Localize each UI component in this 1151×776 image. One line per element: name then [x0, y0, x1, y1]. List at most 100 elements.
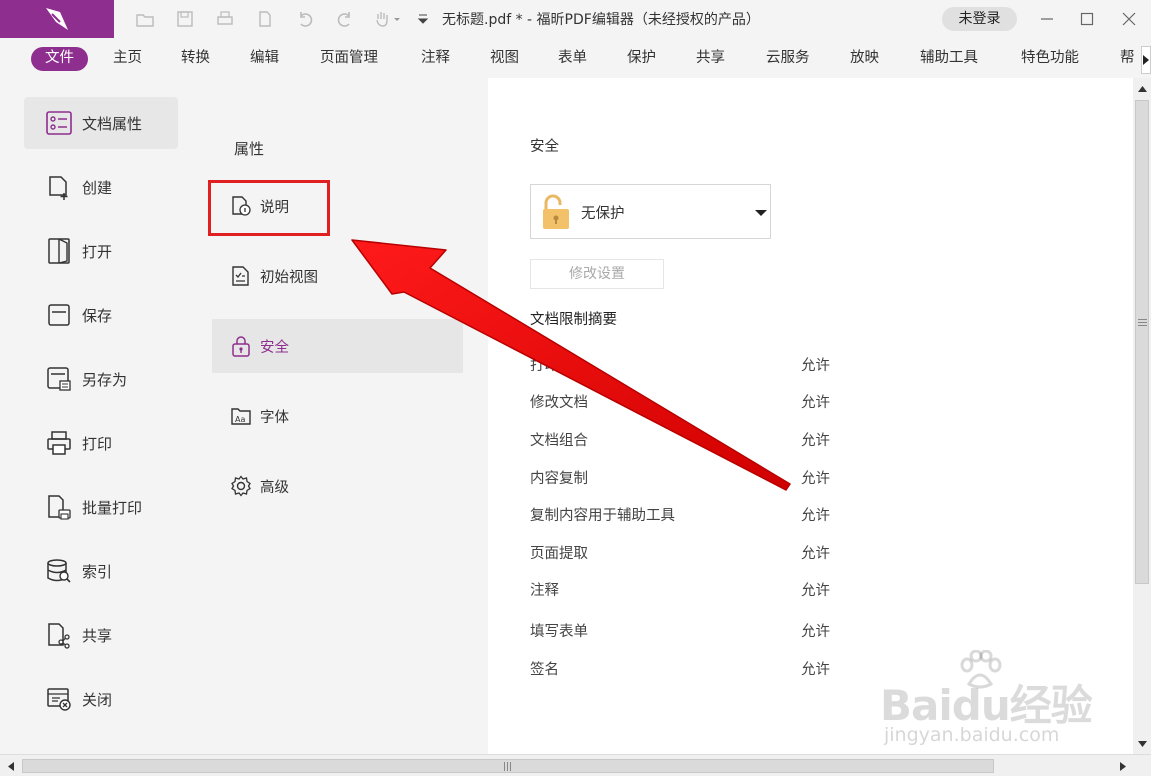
menu-form[interactable]: 表单	[558, 47, 587, 71]
open-folder-icon[interactable]	[133, 7, 157, 31]
create-icon	[46, 173, 72, 201]
menu-help[interactable]: 帮	[1120, 47, 1135, 71]
nav-open[interactable]: 打开	[24, 225, 178, 277]
svg-text:Aa: Aa	[235, 415, 245, 424]
open-icon	[46, 237, 72, 265]
restriction-value: 允许	[801, 662, 830, 678]
scroll-up-icon[interactable]	[1135, 82, 1149, 96]
nav-label: 打开	[82, 242, 113, 261]
chevron-right-icon	[1143, 55, 1149, 65]
scroll-down-icon[interactable]	[1135, 737, 1149, 751]
undo-icon[interactable]	[293, 7, 317, 31]
file-backstage-nav: 文档属性 创建 打开 保存 另存为 打印 批量打印 索引 共享 关闭	[0, 78, 192, 754]
restriction-value: 允许	[801, 433, 830, 449]
restriction-value: 允许	[801, 395, 830, 411]
horizontal-scrollbar[interactable]	[0, 754, 1151, 776]
tab-initial-view[interactable]: 初始视图	[212, 249, 463, 303]
vertical-scroll-thumb[interactable]	[1135, 100, 1149, 584]
print-icon[interactable]	[213, 7, 237, 31]
restriction-value: 允许	[801, 471, 830, 487]
security-lock-icon	[230, 335, 252, 357]
security-method-value: 无保护	[581, 206, 625, 222]
tab-label: 高级	[260, 479, 289, 496]
save-icon	[46, 301, 72, 329]
nav-label: 索引	[82, 562, 113, 581]
tab-label: 字体	[260, 409, 289, 426]
restriction-value: 允许	[801, 624, 830, 640]
tab-security[interactable]: 安全	[212, 319, 463, 373]
nav-index[interactable]: 索引	[24, 545, 178, 597]
menu-page-management[interactable]: 页面管理	[320, 47, 378, 71]
restriction-name: 注释	[530, 583, 559, 599]
restriction-name: 文档组合	[530, 433, 588, 449]
tab-label: 安全	[260, 339, 289, 356]
tab-label: 初始视图	[260, 269, 318, 286]
app-logo[interactable]	[0, 0, 114, 38]
maximize-icon[interactable]	[1072, 5, 1102, 33]
scroll-right-icon[interactable]	[1116, 759, 1130, 773]
menu-view[interactable]: 视图	[490, 47, 519, 71]
restriction-name: 修改文档	[530, 395, 588, 411]
doc-properties-icon	[46, 109, 72, 137]
annotation-highlight-box	[208, 180, 330, 236]
nav-label: 保存	[82, 306, 113, 325]
menu-slideshow[interactable]: 放映	[850, 47, 879, 71]
restriction-value: 允许	[801, 583, 830, 599]
nav-label: 打印	[82, 434, 113, 453]
nav-save[interactable]: 保存	[24, 289, 178, 341]
restriction-name: 复制内容用于辅助工具	[530, 508, 675, 524]
login-button[interactable]: 未登录	[942, 7, 1017, 31]
security-title: 安全	[530, 139, 559, 155]
restriction-summary-title: 文档限制摘要	[530, 312, 617, 328]
menu-share[interactable]: 共享	[696, 47, 725, 71]
menu-file[interactable]: 文件	[31, 47, 88, 71]
font-icon: Aa	[230, 405, 252, 427]
restriction-value: 允许	[801, 358, 830, 374]
menu-cloud-service[interactable]: 云服务	[766, 47, 810, 71]
hand-tool-dropdown-icon[interactable]	[371, 7, 405, 31]
tab-advanced[interactable]: 高级	[212, 459, 463, 513]
nav-doc-properties[interactable]: 文档属性	[24, 97, 178, 149]
properties-title: 属性	[234, 140, 265, 158]
horizontal-scroll-thumb[interactable]	[22, 759, 994, 773]
close-window-icon[interactable]	[1114, 5, 1144, 33]
nav-label: 创建	[82, 178, 113, 197]
menu-bar: 文件 主页 转换 编辑 页面管理 注释 视图 表单 保护 共享 云服务 放映 辅…	[0, 38, 1151, 78]
watermark-url: jingyan.baidu.com	[884, 724, 1060, 746]
save-as-icon	[46, 365, 72, 393]
vertical-scrollbar[interactable]	[1133, 78, 1151, 754]
nav-create[interactable]: 创建	[24, 161, 178, 213]
restriction-name: 内容复制	[530, 471, 588, 487]
menu-convert[interactable]: 转换	[181, 47, 210, 71]
restriction-value: 允许	[801, 546, 830, 562]
nav-share[interactable]: 共享	[24, 609, 178, 661]
minimize-icon[interactable]	[1032, 5, 1062, 33]
menu-comment[interactable]: 注释	[421, 47, 450, 71]
menu-home[interactable]: 主页	[113, 47, 142, 71]
nav-batch-print[interactable]: 批量打印	[24, 481, 178, 533]
print-icon	[46, 429, 72, 457]
modify-settings-button[interactable]: 修改设置	[530, 259, 664, 289]
share-icon	[46, 621, 72, 649]
menu-accessibility-tools[interactable]: 辅助工具	[920, 47, 978, 71]
nav-close[interactable]: 关闭	[24, 673, 178, 725]
initial-view-icon	[230, 265, 252, 287]
close-doc-icon	[46, 685, 72, 713]
tab-font[interactable]: Aa 字体	[212, 389, 463, 443]
new-page-icon[interactable]	[253, 7, 277, 31]
save-icon[interactable]	[173, 7, 197, 31]
menu-protect[interactable]: 保护	[627, 47, 656, 71]
scroll-left-icon[interactable]	[4, 759, 18, 773]
customize-toolbar-icon[interactable]	[416, 7, 430, 31]
security-method-dropdown[interactable]: 无保护	[530, 184, 771, 239]
redo-icon[interactable]	[333, 7, 357, 31]
menu-edit[interactable]: 编辑	[250, 47, 279, 71]
menu-featured[interactable]: 特色功能	[1021, 47, 1079, 71]
nav-label: 另存为	[82, 370, 128, 389]
restriction-name: 填写表单	[530, 624, 588, 640]
menu-scroll-right-button[interactable]	[1141, 46, 1151, 74]
nav-print[interactable]: 打印	[24, 417, 178, 469]
nav-save-as[interactable]: 另存为	[24, 353, 178, 405]
restriction-name: 页面提取	[530, 546, 588, 562]
document-title: 无标题.pdf * - 福昕PDF编辑器（未经授权的产品）	[442, 12, 760, 28]
